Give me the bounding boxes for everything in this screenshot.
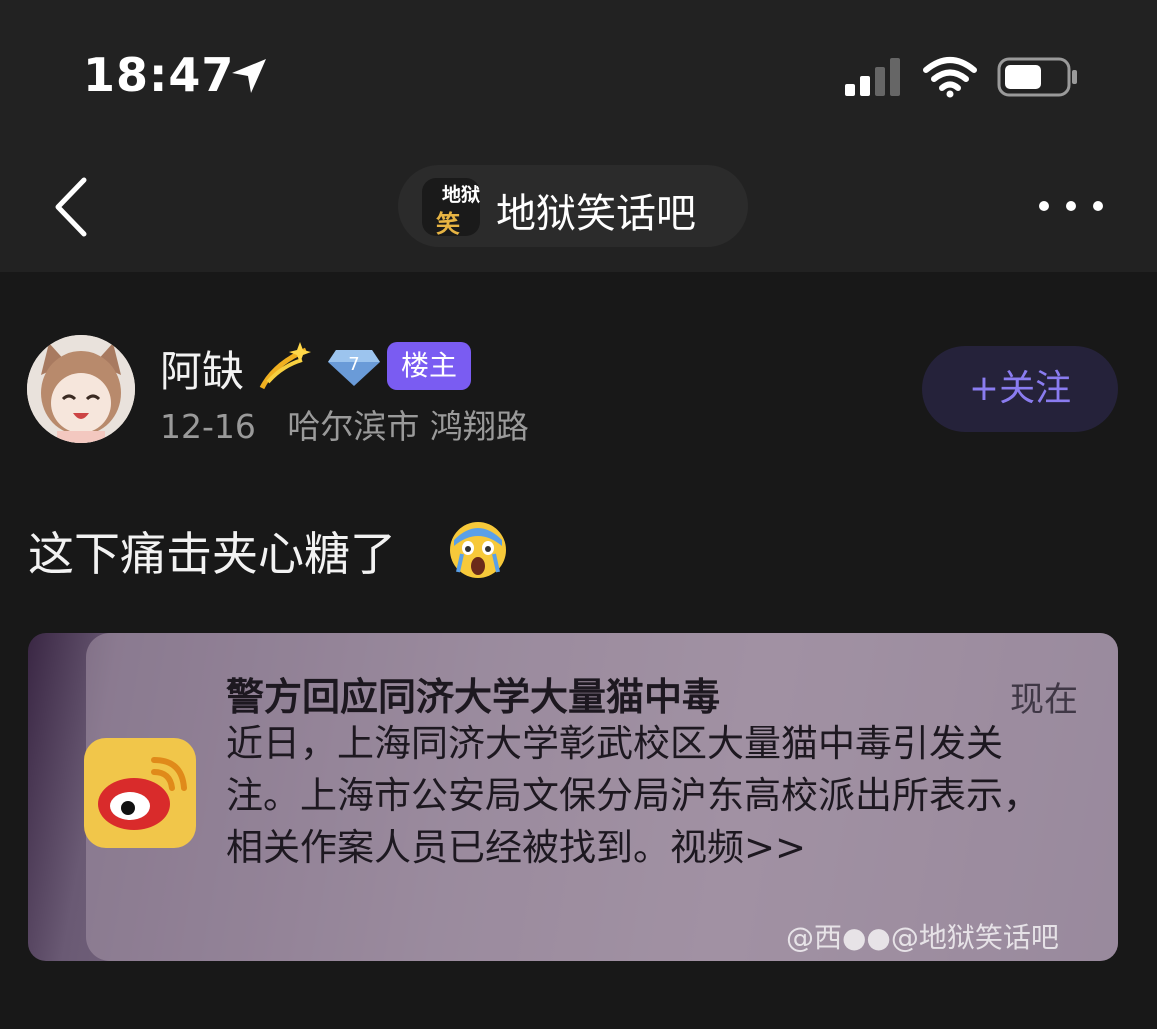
notification-time: 现在 — [1010, 680, 1078, 720]
forum-avatar-text-bottom: 笑话 — [436, 210, 460, 236]
forum-avatar[interactable]: 地狱 笑话 — [422, 178, 480, 236]
forum-avatar-text-top: 地狱 — [442, 184, 480, 206]
follow-button[interactable]: +关注 — [922, 346, 1118, 432]
anime-girl-avatar-icon — [27, 335, 135, 443]
status-time: 18:47 — [83, 48, 235, 102]
post-meta: 12-16 哈尔滨市 鸿翔路 — [160, 400, 529, 448]
weibo-app-icon — [84, 738, 196, 848]
location-arrow-icon — [232, 59, 266, 93]
notification-body: 近日，上海同济大学彰武校区大量猫中毒引发关注。上海市公安局文保分局沪东高校派出所… — [226, 722, 1040, 869]
cellular-signal-icon — [845, 58, 900, 96]
level-number: 7 — [348, 354, 359, 375]
more-options-icon[interactable] — [1038, 196, 1104, 216]
post-date: 12-16 — [160, 407, 256, 446]
owner-badge: 楼主 — [387, 342, 471, 390]
forum-name[interactable]: 地狱笑话吧 — [496, 181, 696, 239]
author-name[interactable]: 阿缺 — [160, 338, 244, 399]
wifi-icon — [923, 57, 977, 98]
back-chevron-icon[interactable] — [52, 176, 92, 238]
dizzy-star-emoji-icon — [259, 342, 311, 390]
author-avatar[interactable] — [27, 335, 135, 443]
image-watermark: @西●●@地狱笑话吧 — [786, 921, 1059, 954]
notification-title: 警方回应同济大学大量猫中毒 — [226, 675, 721, 719]
battery-icon — [997, 57, 1077, 97]
post-text: 这下痛击夹心糖了 — [28, 527, 396, 581]
weibo-logo-icon — [98, 757, 187, 830]
level-badge-icon: 7 — [328, 350, 380, 386]
screaming-crying-face-emoji-icon — [450, 522, 506, 578]
post-location: 哈尔滨市 鸿翔路 — [287, 407, 529, 446]
